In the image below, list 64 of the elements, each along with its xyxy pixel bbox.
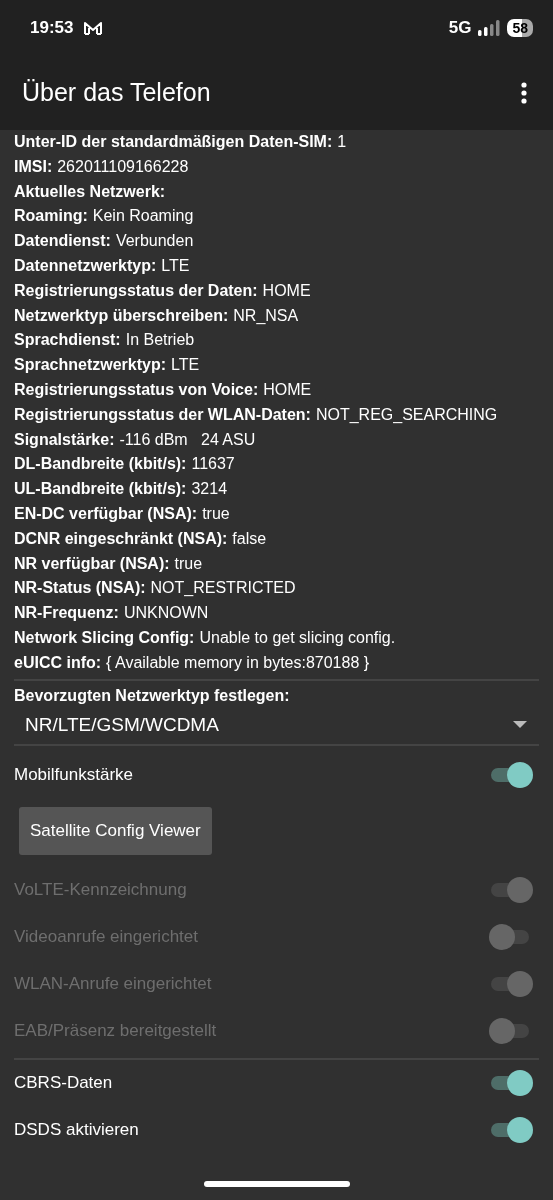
setting-label: WLAN-Anrufe eingerichtet [14,974,212,995]
info-label: Datendienst: [14,232,111,250]
battery-icon: 58 [507,18,533,37]
info-value: Unable to get slicing config. [199,628,396,646]
info-label: DCNR eingeschränkt (NSA): [14,529,228,547]
network-type-dropdown[interactable]: NR/LTE/GSM/WCDMA [14,708,539,741]
info-value: 3214 [191,480,228,498]
info-value: HOME [262,281,311,299]
info-value: In Betrieb [125,331,195,349]
info-value: NOT_REG_SEARCHING [315,405,498,423]
signal-icon [478,19,501,36]
info-value: HOME [263,380,312,398]
info-label: DL-Bandbreite (kbit/s): [14,455,187,473]
setting-label: CBRS-Daten [14,1073,113,1094]
info-value: { Available memory in bytes:870188 } [106,653,370,671]
toggle-switch[interactable] [489,1070,533,1097]
info-label: Registrierungsstatus der WLAN-Daten: [14,405,311,423]
info-value: LTE [161,257,190,274]
info-label: Netzwerktyp überschreiben: [14,306,229,324]
dropdown-caret-icon [513,721,527,729]
info-label: Aktuelles Netzwerk: [14,182,166,200]
setting-label: Mobilfunkstärke [14,765,134,786]
setting-label: Videoanrufe eingerichtet [14,927,198,948]
info-label: Unter-ID der standardmäßigen Daten-SIM: [14,133,333,150]
info-label: Registrierungsstatus der Daten: [14,281,258,299]
mail-icon [83,19,104,36]
info-label: Registrierungsstatus von Voice: [14,380,259,398]
info-label: EN-DC verfügbar (NSA): [14,504,198,522]
info-label: Roaming: [14,207,88,225]
info-value: NOT_RESTRICTED [150,579,296,597]
info-label: UL-Bandbreite (kbit/s): [14,480,187,498]
menu-icon[interactable] [521,81,527,104]
screen-title: Über das Telefon [22,78,211,107]
info-label: eUICC info: [14,653,102,671]
info-value: Kein Roaming [92,207,194,225]
info-value: true [202,504,230,522]
info-label: Sprachnetzwerktyp: [14,356,167,374]
info-value: 11637 [191,455,235,473]
field-label: Bevorzugten Netzwerktyp festlegen: [14,685,291,706]
info-value: NR_NSA [233,306,299,324]
info-label: NR-Frequenz: [14,604,119,622]
setting-label: EAB/Präsenz bereitgestellt [14,1021,217,1042]
config-viewer-button[interactable]: Satellite Config Viewer [19,806,212,855]
info-value: -116 dBm 24 ASU [119,430,256,448]
toggle-switch[interactable] [489,1117,533,1144]
info-label: NR verfügbar (NSA): [14,554,170,572]
info-label: Sprachdienst: [14,331,121,349]
info-label: Datennetzwerktyp: [14,257,157,274]
info-label: Signalstärke: [14,430,115,448]
setting-label: VoLTE-Kennzeichnung [14,880,187,901]
info-label: NR-Status (NSA): [14,579,146,597]
network-type: 5G [448,17,472,38]
info-value: false [232,529,267,547]
setting-label: DSDS aktivieren [14,1120,139,1141]
info-value: UNKNOWN [123,604,209,622]
info-value: true [174,554,203,572]
clock: 19:53 [30,17,74,38]
info-value: 1 [337,133,347,150]
info-value: LTE [171,356,200,374]
info-label: IMSI: [14,157,53,175]
info-value: 262011109166228 [57,157,189,175]
info-value: Verbunden [115,232,194,250]
info-label: Network Slicing Config: [14,628,195,646]
toggle-switch[interactable] [489,762,533,789]
